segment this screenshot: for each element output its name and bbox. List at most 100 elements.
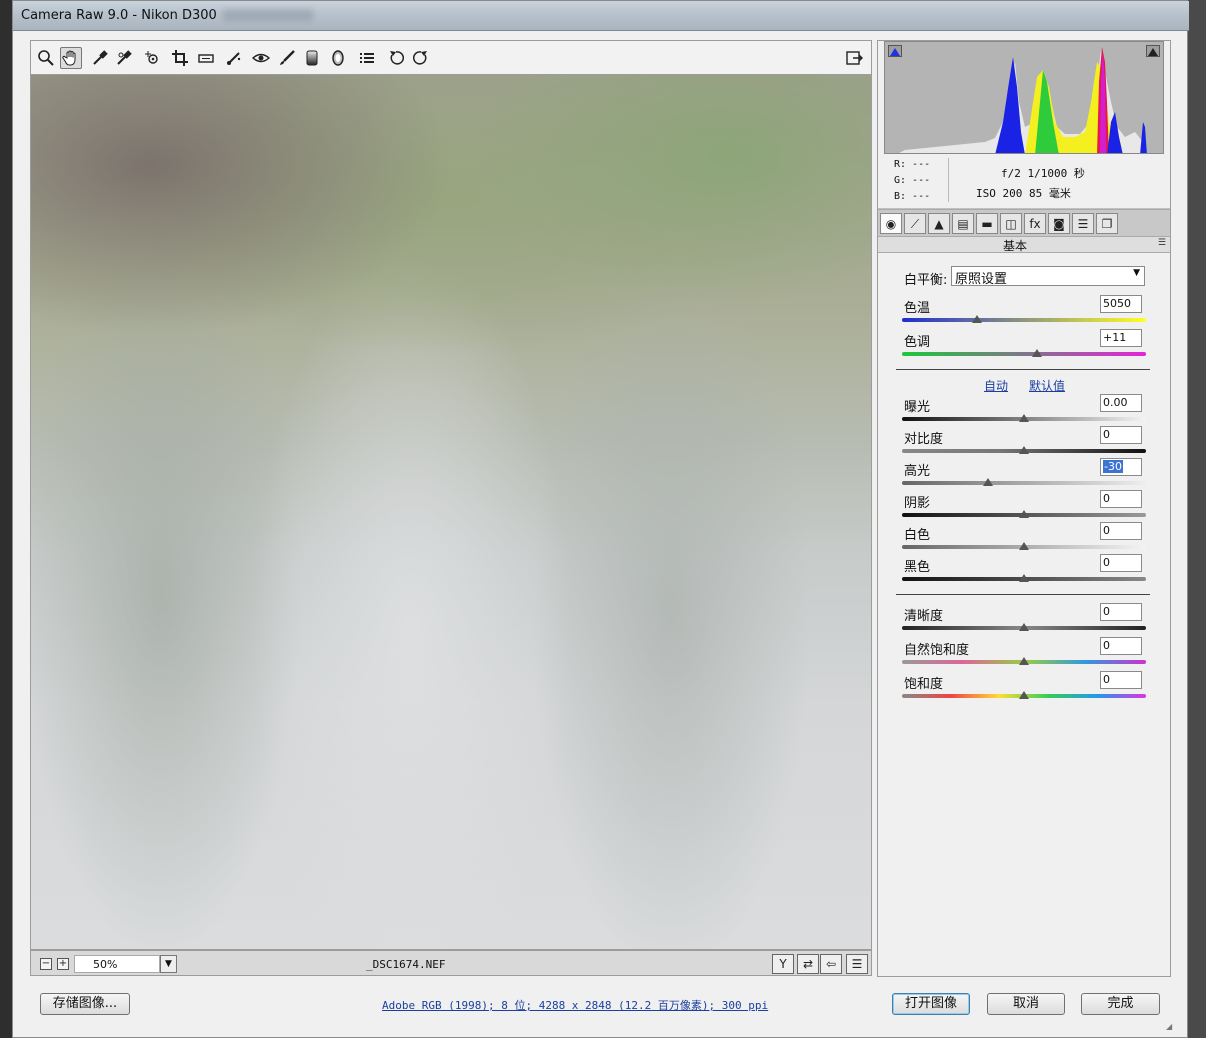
wb-label: 白平衡: [904,273,948,288]
cancel-button[interactable]: 取消 [987,993,1065,1015]
target-icon[interactable] [141,47,163,69]
image-preview[interactable] [30,74,872,950]
saturation-thumb[interactable] [1019,691,1029,699]
zoom-out-button[interactable]: − [40,958,52,970]
clarity-thumb[interactable] [1019,623,1029,631]
brush-icon[interactable] [276,47,298,69]
blacks-label: 黑色 [904,560,931,575]
highlight-clip-icon[interactable] [1146,45,1160,57]
histogram [884,41,1164,154]
preview-settings-icon[interactable]: ☰ [846,954,868,974]
blacks-thumb[interactable] [1019,574,1029,582]
whites-thumb[interactable] [1019,542,1029,550]
gradient-icon[interactable] [301,47,323,69]
tone-curve-tab-icon[interactable]: ⟋ [904,213,926,234]
exposure-label: 曝光 [904,400,931,415]
auto-link[interactable]: 自动 [984,377,1008,394]
zoom-dropdown-icon[interactable]: ▼ [160,955,177,973]
temp-thumb[interactable] [972,315,982,323]
vibrance-field[interactable]: 0 [1100,637,1142,655]
swap-settings-icon[interactable]: ⇄ [797,954,819,974]
highlights-thumb[interactable] [983,478,993,486]
exposure-field[interactable]: 0.00 [1100,394,1142,412]
blacks-field[interactable]: 0 [1100,554,1142,572]
rotate-left-icon[interactable] [385,47,407,69]
shadows-thumb[interactable] [1019,510,1029,518]
before-after-icon[interactable]: Y [772,954,794,974]
wb-value: 原照设置 [955,272,1008,287]
vibrance-thumb[interactable] [1019,657,1029,665]
eye-icon[interactable] [250,47,272,69]
camera-calibration-tab-icon[interactable]: ◙ [1048,213,1070,234]
background-right [1188,0,1206,1038]
exposure-thumb[interactable] [1019,414,1029,422]
basic-tab-icon[interactable]: ◉ [880,213,902,234]
clarity-label: 清晰度 [904,609,944,624]
saturation-field[interactable]: 0 [1100,671,1142,689]
tool-bar [30,40,872,74]
sampler-icon[interactable] [113,47,135,69]
exif-iso-focal: ISO 200 85 毫米 [976,187,1071,200]
level-icon[interactable] [195,47,217,69]
white-balance-select[interactable]: 原照设置 ▼ [951,266,1145,287]
presets-tab-icon[interactable]: ☰ [1072,213,1094,234]
panel-menu-icon[interactable]: ☰ [1158,238,1166,248]
snapshots-tab-icon[interactable]: ❐ [1096,213,1118,234]
whites-label: 白色 [904,528,931,543]
exif-info: R: --- G: --- B: --- f/2 1/1000 秒 ISO 20… [878,154,1170,209]
default-link[interactable]: 默认值 [1029,377,1065,394]
list-icon[interactable] [356,47,378,69]
copy-settings-icon[interactable]: ⇦ [820,954,842,974]
temp-slider[interactable] [902,318,1146,322]
rotate-right-icon[interactable] [410,47,432,69]
background-left [0,0,12,1038]
shadow-clip-icon[interactable] [888,45,902,57]
contrast-thumb[interactable] [1019,446,1029,454]
brush-spot-icon[interactable] [223,47,245,69]
highlights-slider[interactable] [902,481,1146,485]
lens-tab-icon[interactable]: ◫ [1000,213,1022,234]
contrast-label: 对比度 [904,432,944,447]
panel-title: 基本 [1002,239,1027,253]
tint-field[interactable]: +11 [1100,329,1142,347]
save-image-button[interactable]: 存储图像... [40,993,130,1015]
zoom-in-button[interactable]: + [57,958,69,970]
effects-tab-icon[interactable]: fx [1024,213,1046,234]
adjustments-panel: R: --- G: --- B: --- f/2 1/1000 秒 ISO 20… [877,40,1171,977]
file-name: _DSC1674.NEF [366,958,446,971]
exif-divider [948,158,949,202]
highlights-label: 高光 [904,464,931,479]
detail-tab-icon[interactable]: ▲ [928,213,950,234]
g-readout: G: --- [894,175,931,186]
preview-status-bar: − + 50% ▼ _DSC1674.NEF Y ⇄ ⇦ ☰ [30,950,872,976]
contrast-field[interactable]: 0 [1100,426,1142,444]
crop-icon[interactable] [169,47,191,69]
vibrance-label: 自然饱和度 [904,643,970,658]
hsl-tab-icon[interactable]: ▤ [952,213,974,234]
radial-icon[interactable] [327,47,349,69]
highlights-field[interactable]: -30 [1100,458,1142,476]
temp-field[interactable]: 5050 [1100,295,1142,313]
clarity-field[interactable]: 0 [1100,603,1142,621]
panel-tabs: ◉ ⟋ ▲ ▤ ▬ ◫ fx ◙ ☰ ❐ [878,209,1170,237]
split-toning-tab-icon[interactable]: ▬ [976,213,998,234]
whites-field[interactable]: 0 [1100,522,1142,540]
tint-thumb[interactable] [1032,349,1042,357]
temp-label: 色温 [904,301,931,316]
hand-icon[interactable] [60,47,82,69]
title-bar[interactable]: Camera Raw 9.0 - Nikon D300 [13,1,1189,31]
fullscreen-icon[interactable] [843,47,865,69]
magnifier-icon[interactable] [35,47,57,69]
workflow-options-link[interactable]: Adobe RGB (1998); 8 位; 4288 x 2848 (12.2… [382,997,768,1013]
open-image-button[interactable]: 打开图像 [892,993,970,1015]
resize-grip-icon[interactable]: ◢ [1166,1022,1176,1032]
tint-label: 色调 [904,335,931,350]
window-title: Camera Raw 9.0 - Nikon D300 [21,8,217,23]
tint-slider[interactable] [902,352,1146,356]
eyedropper-icon[interactable] [89,47,111,69]
done-button[interactable]: 完成 [1081,993,1160,1015]
chevron-down-icon: ▼ [1133,268,1140,278]
divider [896,369,1150,370]
shadows-field[interactable]: 0 [1100,490,1142,508]
zoom-level[interactable]: 50% [74,955,160,973]
